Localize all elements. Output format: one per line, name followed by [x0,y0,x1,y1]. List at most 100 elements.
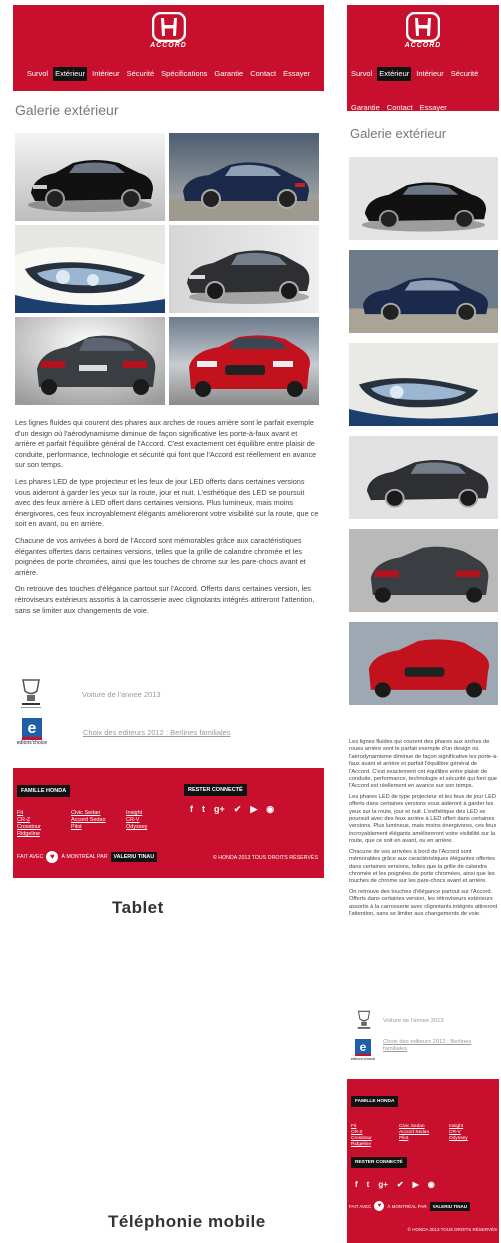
gallery-photo-6[interactable] [349,622,498,705]
nav-interieur[interactable]: Intérieur [90,67,122,81]
model-name: ACCORD [150,42,187,49]
nav-interieur[interactable]: Intérieur [414,67,446,81]
editors-choice-logo: e editors'choice [15,718,49,746]
gallery-photo-1[interactable] [15,133,165,221]
footer-link-accord-sedan[interactable]: Accord Sedan [71,817,106,824]
footer-link-ridgeline[interactable]: Ridgeline [17,831,40,838]
gallery-photo-5[interactable] [15,317,165,405]
made-with-label: FAIT AVEC [17,854,44,860]
model-name: ACCORD [404,42,442,49]
nav-survol[interactable]: Survol [25,67,50,81]
main-nav: Survol Extérieur Intérieur Sécurité Spéc… [13,67,324,81]
vine-icon[interactable]: ✔ [397,1180,404,1189]
copyright: © HONDA 2013 TOUS DROITS RÉSERVÉS [212,855,318,861]
site-footer-mobile: FAMILLE HONDA Fit CR-Z Crosstour Ridgeli… [347,1079,499,1243]
gallery-photo-2[interactable] [349,250,498,333]
editors-choice-icon: e [22,718,42,740]
award-editors-choice[interactable]: Choix des editeurs 2012 : Berlines famil… [83,728,231,737]
nav-essayer[interactable]: Essayer [281,67,312,81]
nav-garantie[interactable]: Garantie [212,67,245,81]
social-links: f t g+ ✔ ▶ ◉ [190,804,274,815]
paragraph: On retrouve des touches d'élégance parto… [349,888,498,917]
honda-logo[interactable]: ACCORD [401,12,445,50]
award-row-1: Voiture de l'annee 2013 [18,677,161,711]
footer-link-odyssey[interactable]: Odyssey [449,1135,468,1142]
editors-choice-logo: e editors'choice [349,1039,377,1061]
nav-survol[interactable]: Survol [349,67,374,81]
google-plus-icon[interactable]: g+ [214,804,225,815]
site-footer: FAMILLE HONDA RESTER CONNECTÉ Fit CR-Z C… [13,768,324,878]
gallery-title: Galerie extérieur [15,102,119,118]
honda-logo[interactable]: ACCORD [147,12,191,50]
gallery-photo-3[interactable] [349,343,498,426]
tablet-label: Tablet [112,898,164,917]
honda-h-icon [151,12,186,42]
ajac-trophy-icon [21,679,41,708]
paragraph: Les lignes fluides qui courent des phare… [15,418,317,470]
award-car-of-year: Voiture de l'annee 2013 [82,689,161,699]
gallery-photo-3[interactable] [15,225,165,313]
social-links: f t g+ ✔ ▶ ◉ [355,1180,435,1189]
ajac-trophy-icon [357,1010,371,1029]
footer-link-pilot[interactable]: Pilot [71,824,82,831]
agency-link[interactable]: VALERIU TINAU [429,1201,471,1211]
agency-link[interactable]: VALERIU TINAU [110,852,158,862]
footer-link-crosstour[interactable]: Crosstour [17,824,41,831]
footer-link-crz[interactable]: CR-Z [17,817,30,824]
award-row-2: e editors'choice Choix des editeurs 2012… [349,1039,493,1061]
gallery-photo-4[interactable] [169,225,319,313]
main-nav-mobile: Survol Extérieur Intérieur Sécurité Gara… [349,67,497,115]
nav-contact[interactable]: Contact [248,67,278,81]
city-label: À MONTRÉAL PAR [61,854,108,860]
nav-exterieur[interactable]: Extérieur [53,67,88,81]
rss-icon[interactable]: ◉ [428,1180,435,1189]
award-editors-choice[interactable]: Choix des editeurs 2012 : Berlines famil… [383,1039,493,1053]
description-text: Les lignes fluides qui courent des phare… [15,418,320,622]
google-plus-icon[interactable]: g+ [378,1180,388,1189]
nav-exterieur[interactable]: Extérieur [377,67,412,81]
gallery-photo-4[interactable] [349,436,498,519]
city-label: À MONTRÉAL PAR [387,1203,427,1209]
heart-icon: ♥ [46,851,59,863]
facebook-icon[interactable]: f [190,804,193,815]
nav-garantie[interactable]: Garantie [349,101,382,115]
gallery-photo-2[interactable] [169,133,319,221]
gallery-photo-5[interactable] [349,529,498,612]
rss-icon[interactable]: ◉ [266,804,274,815]
twitter-icon[interactable]: t [202,804,205,815]
gallery-photo-1[interactable] [349,157,498,240]
nav-essayer[interactable]: Essayer [418,101,449,115]
nav-securite[interactable]: Sécurité [449,67,481,81]
youtube-icon[interactable]: ▶ [413,1180,419,1189]
tablet-preview: ACCORD Survol Extérieur Intérieur Sécuri… [13,5,324,878]
footer-family-label: FAMILLE HONDA [351,1096,399,1107]
mobile-label: Téléphonie mobile [108,1212,266,1231]
footer-link-civic-sedan[interactable]: Civic Sedan [71,810,100,817]
paragraph: Chacune de vos arrivées à bord de l'Acco… [349,848,495,885]
made-with-credit: FAIT AVEC ♥ À MONTRÉAL PAR VALERIU TINAU [17,851,158,863]
vine-icon[interactable]: ✔ [234,804,242,815]
award-row-2: e editors'choice Choix des editeurs 2012… [15,718,231,746]
footer-link-crv[interactable]: CR-V [126,817,139,824]
award-car-of-year: Voiture de l'annee 2013 [383,1018,444,1024]
footer-stay-connected-label: RESTER CONNECTÉ [351,1157,407,1168]
footer-link-ridgeline[interactable]: Ridgeline [351,1141,371,1148]
nav-contact[interactable]: Contact [385,101,415,115]
twitter-icon[interactable]: t [367,1180,370,1189]
footer-link-fit[interactable]: Fit [17,810,23,817]
footer-link-insight[interactable]: Insight [126,810,142,817]
honda-h-icon [406,12,440,42]
mobile-preview: ACCORD Survol Extérieur Intérieur Sécuri… [347,5,499,1243]
youtube-icon[interactable]: ▶ [250,804,257,815]
facebook-icon[interactable]: f [355,1180,358,1189]
nav-securite[interactable]: Sécurité [125,67,157,81]
gallery-photo-6[interactable] [169,317,319,405]
editors-choice-caption: editors'choice [16,740,48,746]
copyright: © HONDA 2013 TOUS DROITS RÉSERVÉS [407,1227,497,1232]
nav-specifications[interactable]: Spécifications [159,67,209,81]
award-row-1: Voiture de l'annee 2013 [355,1009,444,1033]
site-header: ACCORD Survol Extérieur Intérieur Sécuri… [13,5,324,91]
footer-link-odyssey[interactable]: Odyssey [126,824,147,831]
footer-link-pilot[interactable]: Pilot [399,1135,408,1142]
heart-icon: ♥ [374,1201,385,1211]
